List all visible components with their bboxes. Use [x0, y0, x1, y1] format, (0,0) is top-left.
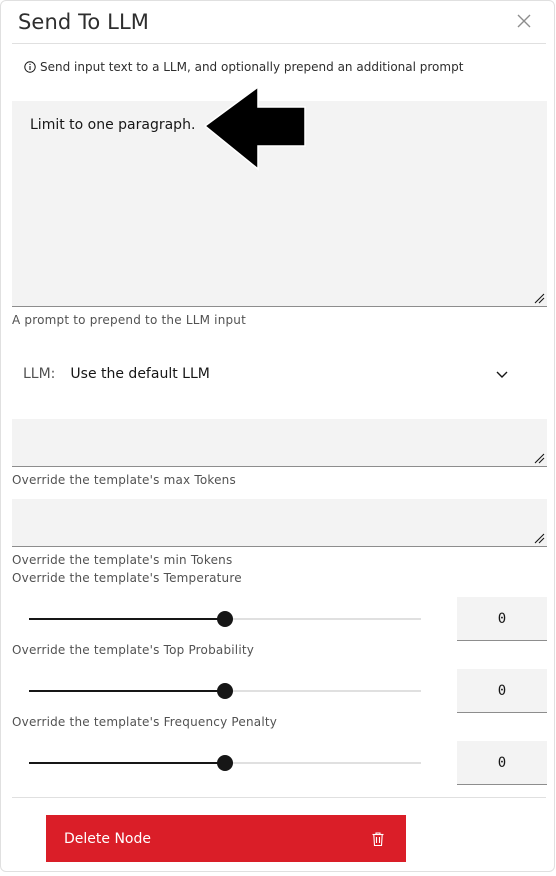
footer-divider	[12, 797, 546, 798]
slider-track-fill	[29, 762, 225, 764]
llm-label: LLM:	[23, 366, 56, 382]
min-tokens-helper-text: Override the template's min Tokens	[12, 553, 233, 567]
top-probability-slider[interactable]	[29, 681, 421, 701]
frequency-penalty-number-input[interactable]: 0	[457, 741, 547, 785]
llm-selected-value: Use the default LLM	[70, 366, 210, 382]
slider-track-fill	[29, 690, 225, 692]
frequency-penalty-helper-text: Override the template's Frequency Penalt…	[12, 715, 278, 729]
frequency-penalty-slider[interactable]	[29, 753, 421, 773]
max-tokens-textarea[interactable]	[12, 419, 547, 467]
left-arrow-annotation	[203, 85, 306, 171]
delete-node-button[interactable]: Delete Node	[46, 815, 406, 862]
temperature-helper-text: Override the template's Temperature	[12, 571, 242, 585]
resize-handle-icon[interactable]	[533, 452, 545, 464]
max-tokens-helper-text: Override the template's max Tokens	[12, 473, 236, 487]
info-row: Send input text to a LLM, and optionally…	[24, 60, 463, 74]
prompt-textarea-value: Limit to one paragraph.	[30, 117, 196, 133]
info-icon	[24, 61, 36, 73]
temperature-slider[interactable]	[29, 609, 421, 629]
top-probability-helper-text: Override the template's Top Probability	[12, 643, 255, 657]
slider-thumb[interactable]	[217, 611, 233, 627]
delete-node-label: Delete Node	[64, 830, 151, 847]
header-divider	[12, 43, 546, 44]
close-icon[interactable]	[513, 10, 535, 32]
prompt-helper-text: A prompt to prepend to the LLM input	[12, 313, 247, 327]
trash-icon	[372, 831, 384, 846]
slider-thumb[interactable]	[217, 755, 233, 771]
dialog-title: Send To LLM	[18, 10, 149, 34]
top-probability-number-input[interactable]: 0	[457, 669, 547, 713]
resize-handle-icon[interactable]	[533, 532, 545, 544]
send-to-llm-dialog: Send To LLM Send input text to a LLM, an…	[0, 0, 555, 872]
chevron-down-icon	[496, 371, 508, 378]
resize-handle-icon[interactable]	[533, 292, 545, 304]
info-text: Send input text to a LLM, and optionally…	[40, 60, 464, 74]
min-tokens-textarea[interactable]	[12, 499, 547, 547]
temperature-number-input[interactable]: 0	[457, 597, 547, 641]
slider-thumb[interactable]	[217, 683, 233, 699]
llm-select[interactable]: LLM: Use the default LLM	[23, 359, 513, 389]
slider-track-fill	[29, 618, 225, 620]
